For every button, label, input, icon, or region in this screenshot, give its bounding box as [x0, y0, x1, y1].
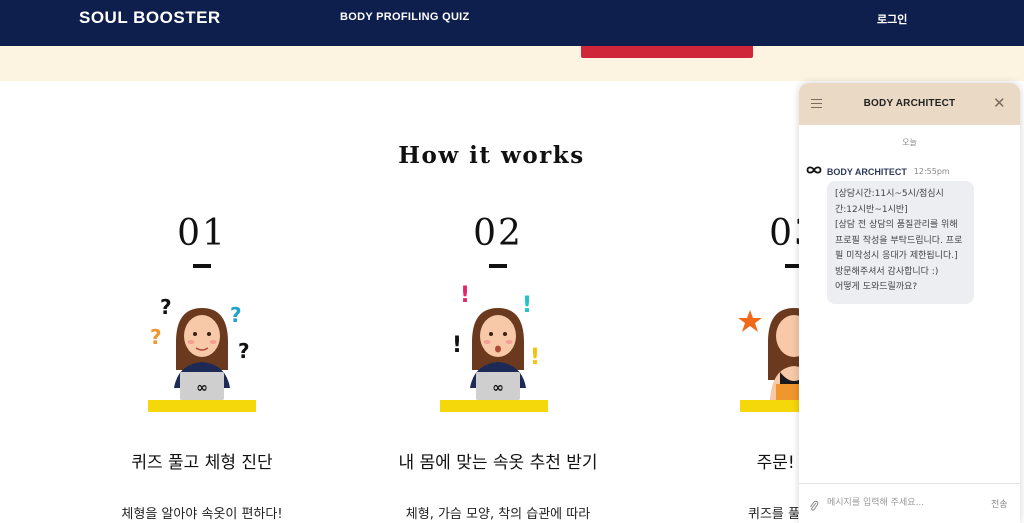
chat-message-line: [상담시간:11시~5시/점심시간:12시반~1시반] — [835, 189, 944, 215]
chat-composer: 전송 — [799, 483, 1020, 523]
confused-woman-illustration-icon: ? ? ? ? ∞ — [92, 280, 312, 420]
chat-message-line: [상담 전 상담의 품질관리를 위해 프로필 작성을 부탁드립니다. 프로필 미… — [835, 220, 963, 261]
step-description: 체형, 가슴 모양, 착의 습관에 따라 — [405, 507, 591, 522]
step-heading: 퀴즈 풀고 체형 진단 — [131, 453, 273, 473]
chat-message-input[interactable] — [827, 495, 977, 511]
step-divider — [489, 264, 507, 268]
site-logo[interactable]: SOUL BOOSTER — [79, 8, 221, 28]
chat-date-divider: 오늘 — [902, 138, 917, 147]
chat-message-time: 12:55pm — [913, 167, 950, 176]
nav-login-link[interactable]: 로그인 — [877, 11, 907, 27]
promo-banner — [0, 46, 1024, 81]
surprised-woman-illustration-icon: ! ! ! ! ∞ — [388, 280, 608, 420]
chat-message-sender: BODY ARCHITECT 12:55pm — [806, 165, 950, 177]
chat-message-bubble: [상담시간:11시~5시/점심시간:12시반~1시반] [상담 전 상담의 품질… — [827, 181, 974, 304]
svg-text:!: ! — [530, 345, 540, 370]
infinity-logo-icon — [806, 165, 822, 178]
chat-sender-name: BODY ARCHITECT — [826, 166, 907, 177]
step-heading: 내 몸에 맞는 속옷 추천 받기 — [398, 453, 598, 473]
promo-cta-button[interactable] — [581, 46, 753, 58]
svg-text:!: ! — [452, 333, 462, 358]
chat-header: BODY ARCHITECT ✕ — [799, 83, 1020, 125]
top-navigation: SOUL BOOSTER BODY PROFILING QUIZ 로그인 — [0, 0, 1024, 46]
close-icon[interactable]: ✕ — [993, 94, 1006, 112]
svg-text:?: ? — [150, 325, 162, 349]
chat-widget: BODY ARCHITECT ✕ 오늘 BODY ARCHITECT 12:55… — [799, 83, 1020, 523]
chat-send-button[interactable]: 전송 — [991, 497, 1008, 510]
paperclip-icon[interactable] — [809, 497, 819, 511]
step-number: 02 — [473, 213, 523, 254]
svg-text:!: ! — [522, 293, 532, 318]
svg-text:∞: ∞ — [196, 380, 208, 396]
svg-text:?: ? — [160, 295, 172, 319]
step-divider — [193, 264, 211, 268]
step-card-1: 01 ? ? ? ? ∞ 퀴즈 풀고 체형 진단 체형을 알아야 속옷이 편하다… — [92, 212, 312, 522]
step-description: 체형을 알아야 속옷이 편하다! — [121, 507, 283, 522]
chat-message-line: 어떻게 도와드릴까요? — [835, 282, 918, 292]
svg-text:!: ! — [460, 283, 470, 308]
step-card-2: 02 ! ! ! ! ∞ 내 몸에 맞는 속옷 추천 받기 체형, 가슴 모양,… — [388, 212, 608, 522]
nav-link-body-profiling-quiz[interactable]: BODY PROFILING QUIZ — [340, 11, 470, 23]
svg-text:?: ? — [238, 339, 250, 363]
svg-text:?: ? — [230, 303, 242, 327]
svg-text:∞: ∞ — [492, 380, 504, 396]
step-number: 01 — [177, 213, 227, 254]
chat-message-line: 방문해주셔서 감사합니다 :) — [835, 266, 939, 277]
chat-title: BODY ARCHITECT — [863, 98, 956, 109]
